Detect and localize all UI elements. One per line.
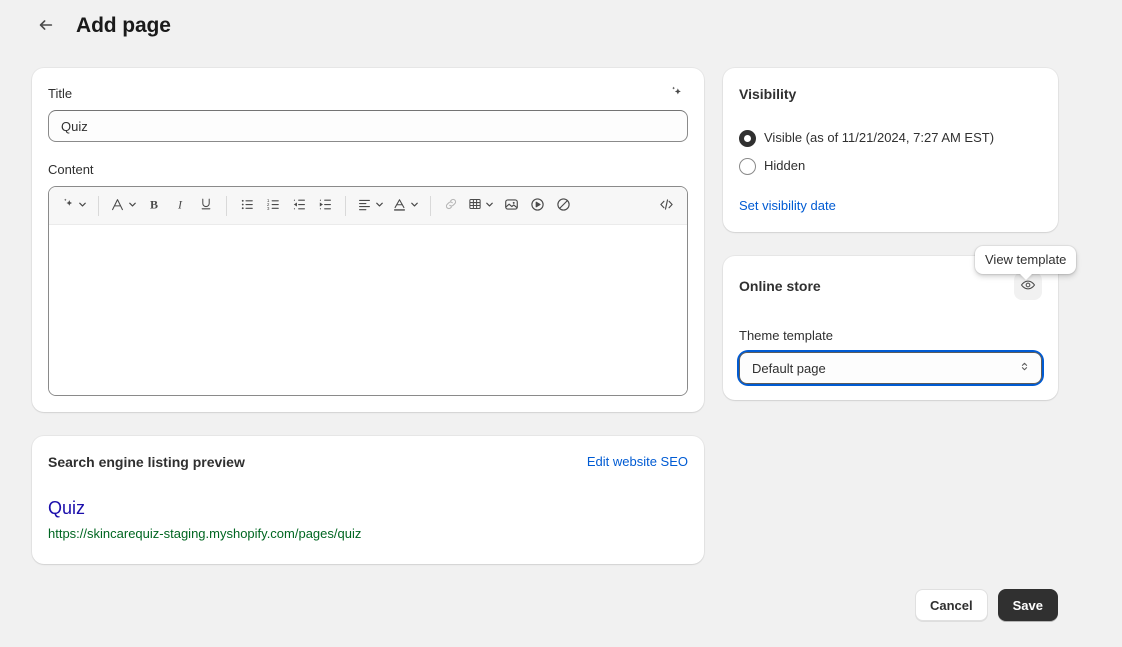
svg-text:3: 3 bbox=[266, 205, 269, 210]
insert-link-button[interactable] bbox=[438, 193, 464, 219]
link-icon bbox=[443, 196, 459, 215]
visibility-card: Visibility Visible (as of 11/21/2024, 7:… bbox=[723, 68, 1058, 232]
title-label: Title bbox=[48, 86, 73, 101]
set-visibility-date-link[interactable]: Set visibility date bbox=[739, 196, 836, 216]
seo-header: Search engine listing preview Edit websi… bbox=[48, 452, 688, 472]
image-icon bbox=[503, 196, 520, 216]
chevron-down-icon bbox=[77, 198, 88, 213]
italic-icon: I bbox=[172, 196, 188, 215]
edit-website-seo-link[interactable]: Edit website SEO bbox=[587, 452, 688, 472]
radio-visible-label: Visible (as of 11/21/2024, 7:27 AM EST) bbox=[764, 130, 995, 145]
chevron-down-icon bbox=[409, 198, 420, 213]
no-symbol-icon bbox=[555, 196, 572, 216]
visibility-option-visible[interactable]: Visible (as of 11/21/2024, 7:27 AM EST) bbox=[739, 128, 1042, 148]
svg-text:I: I bbox=[177, 197, 183, 211]
sparkle-icon bbox=[668, 84, 685, 104]
save-button[interactable]: Save bbox=[997, 589, 1058, 621]
svg-text:B: B bbox=[150, 197, 158, 211]
title-label-row: Title bbox=[48, 84, 688, 106]
theme-template-select-wrapper: Default page bbox=[739, 352, 1042, 384]
toolbar-separator bbox=[345, 195, 346, 216]
seo-preview-title[interactable]: Quiz bbox=[48, 496, 85, 520]
theme-template-select[interactable]: Default page bbox=[739, 352, 1042, 384]
bold-button[interactable]: B bbox=[141, 193, 167, 219]
seo-card-title: Search engine listing preview bbox=[48, 454, 245, 470]
code-icon bbox=[658, 196, 675, 216]
text-style-button[interactable] bbox=[106, 193, 141, 219]
sparkle-icon bbox=[60, 196, 76, 215]
content-editor-body[interactable] bbox=[49, 225, 687, 395]
view-template-tooltip: View template bbox=[975, 246, 1077, 274]
table-icon bbox=[467, 196, 483, 215]
insert-table-button[interactable] bbox=[464, 193, 498, 219]
radio-hidden-label: Hidden bbox=[764, 158, 806, 173]
radio-visible[interactable] bbox=[739, 129, 756, 147]
online-store-card: Online store Theme template Default page bbox=[723, 256, 1058, 400]
magic-tools-button[interactable] bbox=[57, 193, 91, 219]
bulleted-list-icon bbox=[239, 196, 256, 216]
outdent-icon bbox=[291, 196, 308, 216]
right-column: Visibility Visible (as of 11/21/2024, 7:… bbox=[723, 68, 1058, 400]
toolbar-separator bbox=[226, 195, 227, 216]
cancel-button[interactable]: Cancel bbox=[914, 589, 988, 621]
toolbar-separator bbox=[430, 195, 431, 216]
indent-button[interactable] bbox=[312, 193, 338, 219]
content-label: Content bbox=[48, 162, 94, 177]
font-icon bbox=[109, 196, 126, 216]
arrow-left-icon bbox=[37, 16, 55, 37]
video-icon bbox=[529, 196, 546, 216]
text-color-icon bbox=[391, 196, 408, 216]
theme-template-value: Default page bbox=[752, 360, 826, 376]
text-color-button[interactable] bbox=[388, 193, 423, 219]
italic-button[interactable]: I bbox=[167, 193, 193, 219]
chevron-down-icon bbox=[374, 198, 385, 213]
visibility-option-hidden[interactable]: Hidden bbox=[739, 156, 1042, 176]
visibility-radio-group: Visible (as of 11/21/2024, 7:27 AM EST) … bbox=[739, 128, 1042, 176]
indent-icon bbox=[317, 196, 334, 216]
clear-formatting-button[interactable] bbox=[550, 193, 576, 219]
online-store-header: Online store bbox=[739, 272, 1042, 300]
add-page-screen: Add page Title Content bbox=[0, 0, 1122, 647]
bold-icon: B bbox=[146, 196, 162, 215]
text-align-button[interactable] bbox=[353, 193, 388, 219]
toolbar-separator bbox=[98, 195, 99, 216]
online-store-card-title: Online store bbox=[739, 278, 821, 294]
editor-toolbar: B I 1 2 3 bbox=[49, 187, 687, 225]
underline-button[interactable] bbox=[193, 193, 219, 219]
radio-hidden[interactable] bbox=[739, 157, 756, 175]
page-content-card: Title Content bbox=[32, 68, 704, 412]
numbered-list-icon: 1 2 3 bbox=[265, 196, 282, 216]
content-editor: B I 1 2 3 bbox=[48, 186, 688, 396]
align-left-icon bbox=[356, 196, 373, 216]
form-actions: Cancel Save bbox=[914, 589, 1058, 621]
view-html-button[interactable] bbox=[653, 193, 679, 219]
left-column: Title Content bbox=[32, 68, 704, 564]
seo-preview-url: https://skincarequiz-staging.myshopify.c… bbox=[48, 526, 362, 541]
seo-preview-card: Search engine listing preview Edit websi… bbox=[32, 436, 704, 564]
chevron-down-icon bbox=[127, 198, 138, 213]
title-input[interactable] bbox=[48, 110, 688, 142]
page-header: Add page bbox=[32, 12, 171, 40]
insert-video-button[interactable] bbox=[524, 193, 550, 219]
sparkle-button[interactable] bbox=[664, 82, 688, 106]
back-button[interactable] bbox=[32, 12, 60, 40]
bulleted-list-button[interactable] bbox=[234, 193, 260, 219]
visibility-card-title: Visibility bbox=[739, 86, 797, 102]
chevron-up-down-icon bbox=[1018, 360, 1031, 376]
seo-preview: Quiz https://skincarequiz-staging.myshop… bbox=[48, 496, 688, 544]
outdent-button[interactable] bbox=[286, 193, 312, 219]
theme-template-label: Theme template bbox=[739, 328, 833, 343]
insert-image-button[interactable] bbox=[498, 193, 524, 219]
numbered-list-button[interactable]: 1 2 3 bbox=[260, 193, 286, 219]
chevron-down-icon bbox=[484, 198, 495, 213]
page-title: Add page bbox=[76, 14, 171, 37]
underline-icon bbox=[198, 196, 214, 215]
